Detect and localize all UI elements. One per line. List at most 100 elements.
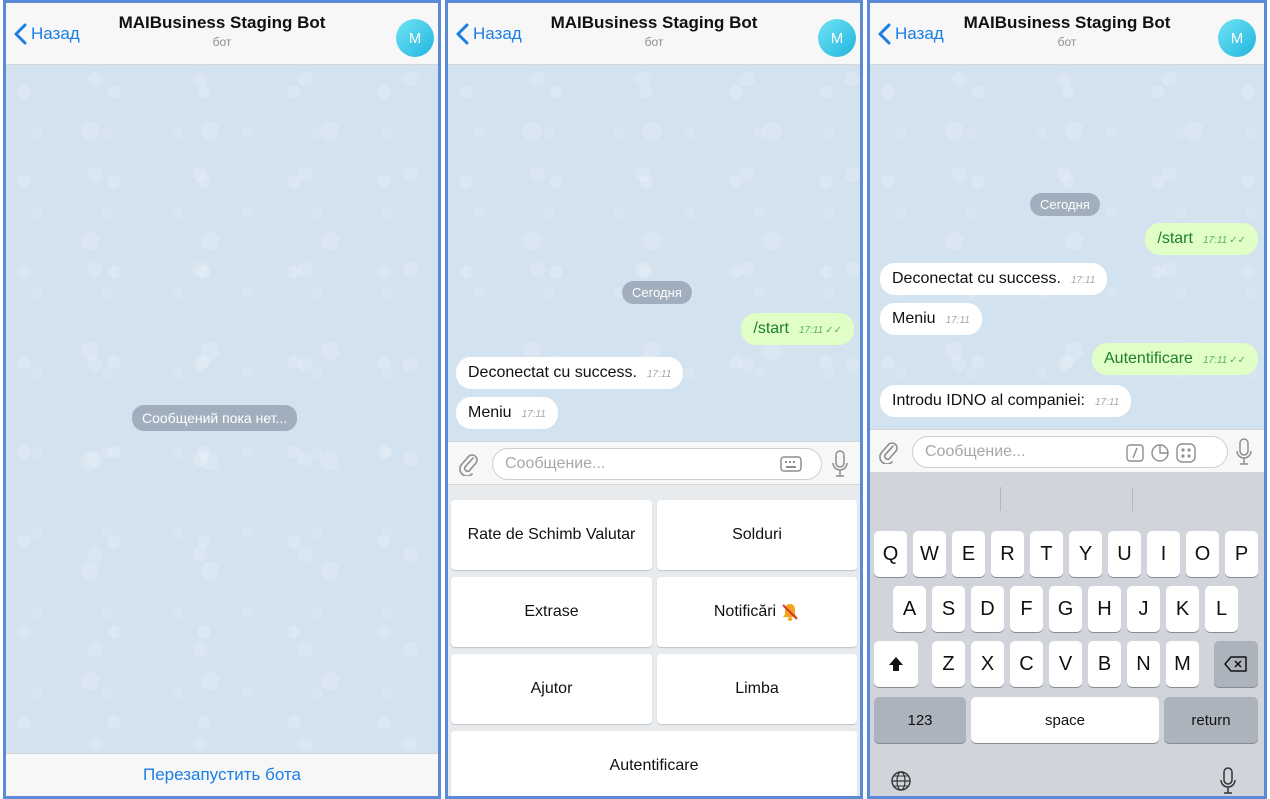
message-text: Autentificare bbox=[1104, 350, 1193, 367]
backspace-key[interactable] bbox=[1214, 641, 1258, 687]
key[interactable]: Q bbox=[874, 531, 907, 577]
message-time: 17:11 bbox=[798, 325, 824, 336]
message-bubble: /start 17:11 ✓✓ bbox=[741, 313, 854, 345]
message-input[interactable]: Сообщение... bbox=[492, 448, 822, 480]
slash-command-icon[interactable] bbox=[1126, 444, 1144, 462]
key[interactable]: C bbox=[1010, 641, 1043, 687]
paperclip-icon[interactable] bbox=[878, 440, 900, 464]
chat-area: Сегодня /start 17:11 ✓✓ Deconectat cu su… bbox=[448, 65, 860, 441]
kb-button-help[interactable]: Ajutor bbox=[451, 654, 652, 724]
grid-icon[interactable] bbox=[1176, 443, 1196, 463]
kb-button-label: Limba bbox=[735, 680, 779, 697]
back-button[interactable]: Назад bbox=[456, 23, 522, 45]
key[interactable]: F bbox=[1010, 586, 1043, 632]
key[interactable]: S bbox=[932, 586, 965, 632]
paperclip-icon[interactable] bbox=[458, 452, 480, 476]
message-text: Meniu bbox=[892, 310, 936, 327]
read-ticks-icon: ✓✓ bbox=[825, 325, 842, 336]
avatar[interactable]: M bbox=[1218, 19, 1256, 57]
message-time: 17:11 bbox=[1202, 355, 1228, 366]
message-bubble: Deconectat cu success. 17:11 bbox=[880, 263, 1108, 295]
microphone-icon[interactable] bbox=[1220, 767, 1236, 795]
key[interactable]: N bbox=[1127, 641, 1160, 687]
message-time: 17:11 bbox=[1202, 235, 1228, 246]
key[interactable]: B bbox=[1088, 641, 1121, 687]
key[interactable]: L bbox=[1205, 586, 1238, 632]
key[interactable]: D bbox=[971, 586, 1004, 632]
backspace-icon bbox=[1224, 656, 1247, 672]
restart-bot-button[interactable]: Перезапустить бота bbox=[6, 753, 438, 796]
key[interactable]: V bbox=[1049, 641, 1082, 687]
message-time: 17:11 bbox=[646, 369, 672, 380]
back-label: Назад bbox=[473, 24, 522, 43]
date-pill: Сегодня bbox=[1030, 193, 1100, 216]
message-bubble: Autentificare 17:11 ✓✓ bbox=[1092, 343, 1258, 375]
back-label: Назад bbox=[31, 24, 80, 43]
back-button[interactable]: Назад bbox=[878, 23, 944, 45]
chat-screen-auth: Назад MAIBusiness Staging Bot бот M Сего… bbox=[867, 0, 1267, 799]
key[interactable]: M bbox=[1166, 641, 1199, 687]
suggestion-divider bbox=[1132, 487, 1133, 511]
ios-keyboard: Q W E R T Y U I O P A S D F G H J K L Z … bbox=[870, 473, 1264, 796]
kb-button-statements[interactable]: Extrase bbox=[451, 577, 652, 647]
kb-button-language[interactable]: Limba bbox=[657, 654, 857, 724]
key[interactable]: T bbox=[1030, 531, 1063, 577]
message-bubble: Deconectat cu success. 17:11 bbox=[456, 357, 684, 389]
message-text: Deconectat cu success. bbox=[892, 270, 1061, 287]
microphone-icon[interactable] bbox=[1236, 438, 1252, 466]
kb-button-label: Rate de Schimb Valutar bbox=[467, 526, 636, 543]
message-time: 17:11 bbox=[521, 409, 546, 420]
key[interactable]: J bbox=[1127, 586, 1160, 632]
keyboard-icon[interactable] bbox=[780, 455, 802, 473]
kb-button-exchange-rates[interactable]: Rate de Schimb Valutar bbox=[451, 500, 652, 570]
empty-chat-notice: Сообщений пока нет... bbox=[132, 405, 298, 431]
key[interactable]: H bbox=[1088, 586, 1121, 632]
message-text: /start bbox=[1157, 230, 1193, 247]
shift-key[interactable] bbox=[874, 641, 918, 687]
avatar[interactable]: M bbox=[818, 19, 856, 57]
key[interactable]: E bbox=[952, 531, 985, 577]
message-time: 17:11 bbox=[1094, 397, 1120, 408]
kb-button-label: Extrase bbox=[524, 603, 579, 620]
numbers-key[interactable]: 123 bbox=[874, 697, 966, 743]
kb-button-authenticate[interactable]: Autentificare bbox=[451, 731, 857, 796]
return-key[interactable]: return bbox=[1164, 697, 1258, 743]
chat-screen-menu: Назад MAIBusiness Staging Bot бот M Сего… bbox=[445, 0, 863, 799]
back-button[interactable]: Назад bbox=[14, 23, 80, 45]
key[interactable]: Y bbox=[1069, 531, 1102, 577]
back-label: Назад bbox=[895, 24, 944, 43]
kb-button-label: Notificări bbox=[713, 603, 777, 620]
key[interactable]: O bbox=[1186, 531, 1219, 577]
sticker-icon[interactable] bbox=[1150, 443, 1170, 463]
message-time: 17:11 bbox=[1070, 275, 1096, 286]
key[interactable]: A bbox=[893, 586, 926, 632]
message-text: /start bbox=[753, 320, 789, 337]
key[interactable]: G bbox=[1049, 586, 1082, 632]
kb-button-label: Ajutor bbox=[530, 680, 573, 697]
key[interactable]: K bbox=[1166, 586, 1199, 632]
read-ticks-icon: ✓✓ bbox=[1229, 355, 1246, 366]
key[interactable]: X bbox=[971, 641, 1004, 687]
avatar[interactable]: M bbox=[396, 19, 434, 57]
message-input-bar: Сообщение... bbox=[448, 441, 860, 485]
chat-area: Сегодня /start 17:11 ✓✓ Deconectat cu su… bbox=[870, 65, 1264, 429]
chat-area: Сообщений пока нет... bbox=[6, 65, 438, 753]
microphone-icon[interactable] bbox=[832, 450, 848, 478]
kb-button-label: Solduri bbox=[732, 526, 782, 543]
globe-icon[interactable] bbox=[890, 770, 912, 792]
message-text: Deconectat cu success. bbox=[468, 364, 637, 381]
key[interactable]: P bbox=[1225, 531, 1258, 577]
kb-button-notifications[interactable]: Notificări bbox=[657, 577, 857, 647]
message-bubble: Meniu 17:11 bbox=[456, 397, 558, 429]
key[interactable]: W bbox=[913, 531, 946, 577]
key[interactable]: U bbox=[1108, 531, 1141, 577]
key[interactable]: Z bbox=[932, 641, 965, 687]
key[interactable]: I bbox=[1147, 531, 1180, 577]
kb-button-label: Autentificare bbox=[609, 757, 699, 774]
shift-icon bbox=[889, 657, 903, 671]
message-text: Introdu IDNO al companiei: bbox=[892, 392, 1085, 409]
kb-button-balances[interactable]: Solduri bbox=[657, 500, 857, 570]
message-time: 17:11 bbox=[945, 315, 970, 326]
space-key[interactable]: space bbox=[971, 697, 1159, 743]
key[interactable]: R bbox=[991, 531, 1024, 577]
